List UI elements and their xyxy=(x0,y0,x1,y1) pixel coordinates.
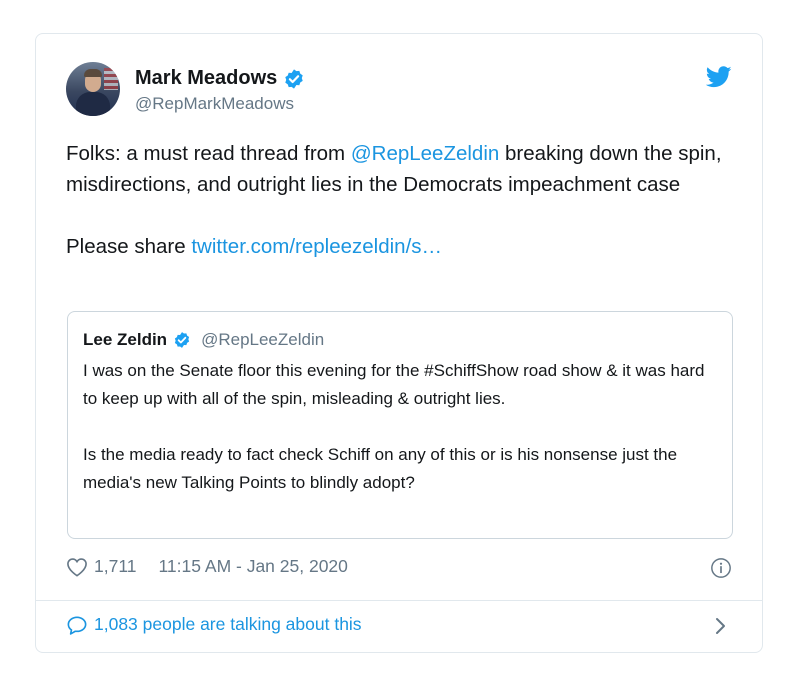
tweet-card[interactable]: Mark Meadows @RepMarkMeadows Folks: a mu… xyxy=(35,33,763,653)
avatar-hair-detail xyxy=(84,69,102,77)
verified-badge-icon xyxy=(285,68,303,89)
quoted-paragraph-2: Is the media ready to fact check Schiff … xyxy=(83,445,678,492)
verified-badge-icon xyxy=(174,332,190,348)
heart-icon[interactable] xyxy=(66,557,88,577)
twitter-bird-icon[interactable] xyxy=(706,66,732,88)
mention-link[interactable]: @RepLeeZeldin xyxy=(351,142,499,165)
share-text: Please share xyxy=(66,235,192,258)
quoted-tweet-text: I was on the Senate floor this evening f… xyxy=(83,357,723,497)
quoted-tweet[interactable]: Lee Zeldin @RepLeeZeldin I was on the Se… xyxy=(67,311,733,539)
avatar-suit-detail xyxy=(76,92,110,116)
quoted-author-row: Lee Zeldin @RepLeeZeldin xyxy=(83,330,324,350)
info-icon[interactable] xyxy=(710,557,732,579)
conversation-link[interactable]: 1,083 people are talking about this xyxy=(66,614,362,635)
chevron-right-icon[interactable] xyxy=(714,617,726,635)
avatar-flag-detail xyxy=(104,68,118,90)
like-count[interactable]: 1,711 xyxy=(94,556,137,577)
divider xyxy=(36,600,762,601)
quoted-author-name: Lee Zeldin xyxy=(83,330,168,349)
avatar[interactable] xyxy=(66,62,120,116)
tweet-meta: 1,711 11:15 AM - Jan 25, 2020 xyxy=(66,556,348,577)
quoted-author-handle: @RepLeeZeldin xyxy=(201,330,325,349)
author-name-row[interactable]: Mark Meadows xyxy=(135,67,305,90)
talking-count-text[interactable]: 1,083 people are talking about this xyxy=(94,614,362,635)
author-handle[interactable]: @RepMarkMeadows xyxy=(135,94,294,114)
tweet-text-intro: Folks: a must read thread from xyxy=(66,142,351,165)
speech-bubble-icon xyxy=(67,615,87,635)
share-link[interactable]: twitter.com/repleezeldin/s… xyxy=(191,235,442,258)
author-name[interactable]: Mark Meadows xyxy=(135,67,277,90)
tweet-paragraph-main: Folks: a must read thread from @RepLeeZe… xyxy=(66,138,736,200)
tweet-timestamp[interactable]: 11:15 AM - Jan 25, 2020 xyxy=(159,556,348,577)
quoted-paragraph-1: I was on the Senate floor this evening f… xyxy=(83,361,705,408)
tweet-text: Folks: a must read thread from @RepLeeZe… xyxy=(66,138,736,262)
tweet-paragraph-share: Please share twitter.com/repleezeldin/s… xyxy=(66,231,736,262)
